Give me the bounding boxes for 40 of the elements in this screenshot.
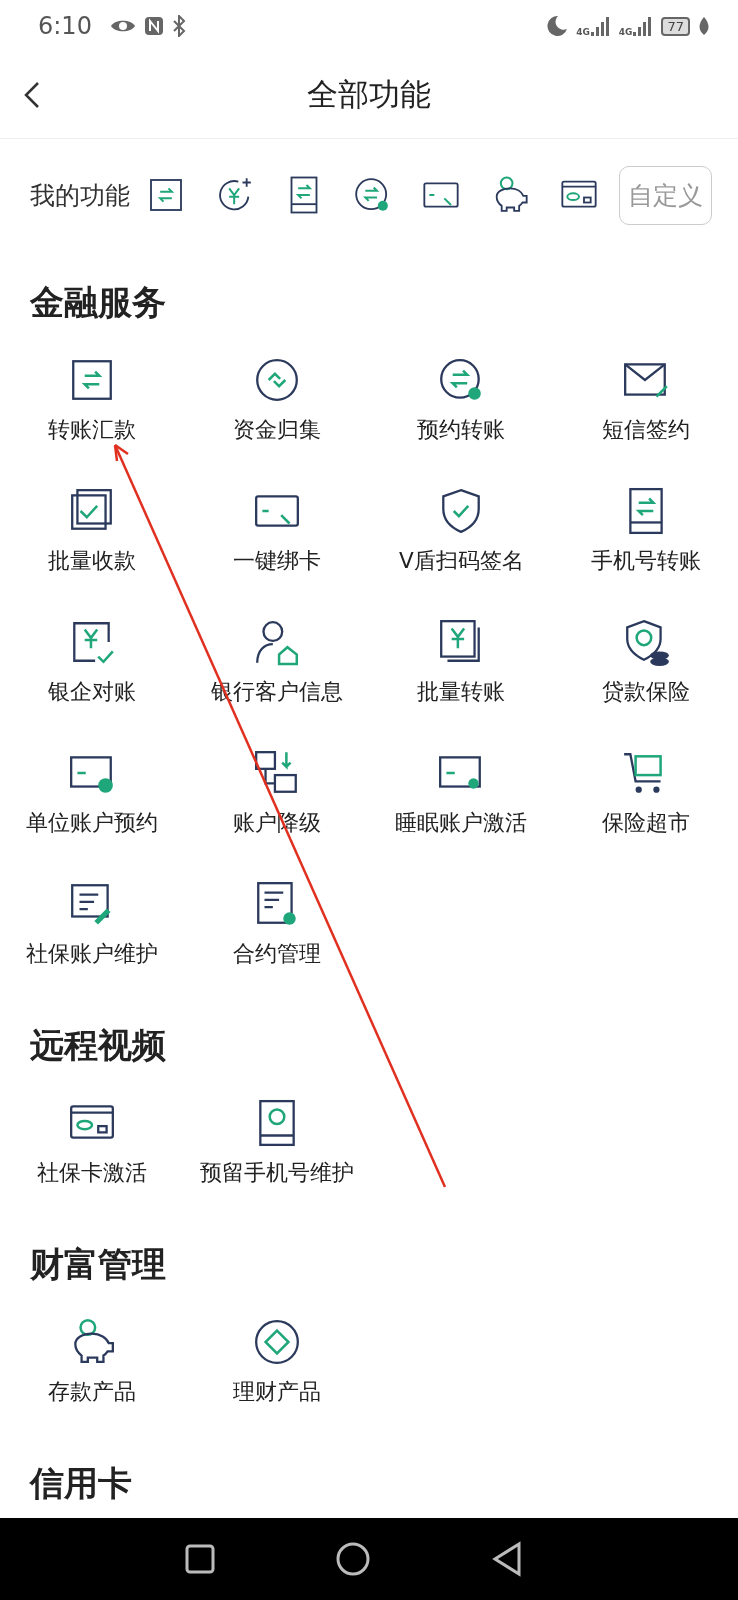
recent-apps-button[interactable] xyxy=(185,1544,215,1574)
function-item[interactable]: 存款产品 xyxy=(0,1301,185,1432)
function-item[interactable]: 睡眠账户激活 xyxy=(369,732,554,863)
function-item[interactable]: 合约管理 xyxy=(184,863,369,994)
function-item[interactable]: 转账汇款 xyxy=(0,339,185,470)
section-title: 财富管理 xyxy=(29,1243,167,1286)
function-item[interactable]: 理财产品 xyxy=(184,1301,369,1432)
bluetooth-icon xyxy=(171,15,186,37)
function-item[interactable]: 资金归集 xyxy=(184,339,369,470)
function-item[interactable]: 手机号转账 xyxy=(553,470,738,601)
function-item[interactable]: 银企对账 xyxy=(0,601,185,732)
function-item[interactable]: 批量收款 xyxy=(0,470,185,601)
function-item[interactable]: 单位账户预约 xyxy=(0,732,185,863)
section-label: 我的功能 xyxy=(30,179,130,212)
page-title: 全部功能 xyxy=(307,75,431,114)
network-type: 4G xyxy=(618,27,633,37)
section-title: 金融服务 xyxy=(29,281,167,324)
function-item[interactable]: 一键绑卡 xyxy=(184,470,369,601)
function-item[interactable]: 社保账户维护 xyxy=(0,863,185,994)
network-type: 4G xyxy=(576,27,590,37)
function-item[interactable]: 预留手机号维护 xyxy=(184,1082,369,1213)
function-item[interactable]: 短信签约 xyxy=(553,339,738,470)
function-item[interactable]: V盾扫码签名 xyxy=(369,470,554,601)
section-title: 信用卡 xyxy=(28,1462,133,1505)
moon-icon xyxy=(546,15,569,37)
back-nav-button[interactable] xyxy=(491,1541,523,1577)
leaf-icon xyxy=(698,16,710,36)
function-item[interactable]: 保险超市 xyxy=(553,732,738,863)
signal-icon xyxy=(633,16,654,36)
signal-icon xyxy=(590,16,611,36)
home-button[interactable] xyxy=(335,1541,371,1577)
clock-time: 6:10 xyxy=(38,12,92,40)
chevron-left-icon xyxy=(22,80,42,110)
function-item[interactable]: 贷款保险 xyxy=(553,601,738,732)
battery-level: 77 xyxy=(661,16,690,36)
function-item[interactable]: 社保卡激活 xyxy=(0,1082,185,1213)
function-item[interactable]: 批量转账 xyxy=(369,601,554,732)
nfc-icon xyxy=(143,16,164,36)
section-title: 远程视频 xyxy=(29,1024,167,1067)
function-item[interactable]: 预约转账 xyxy=(369,339,554,470)
